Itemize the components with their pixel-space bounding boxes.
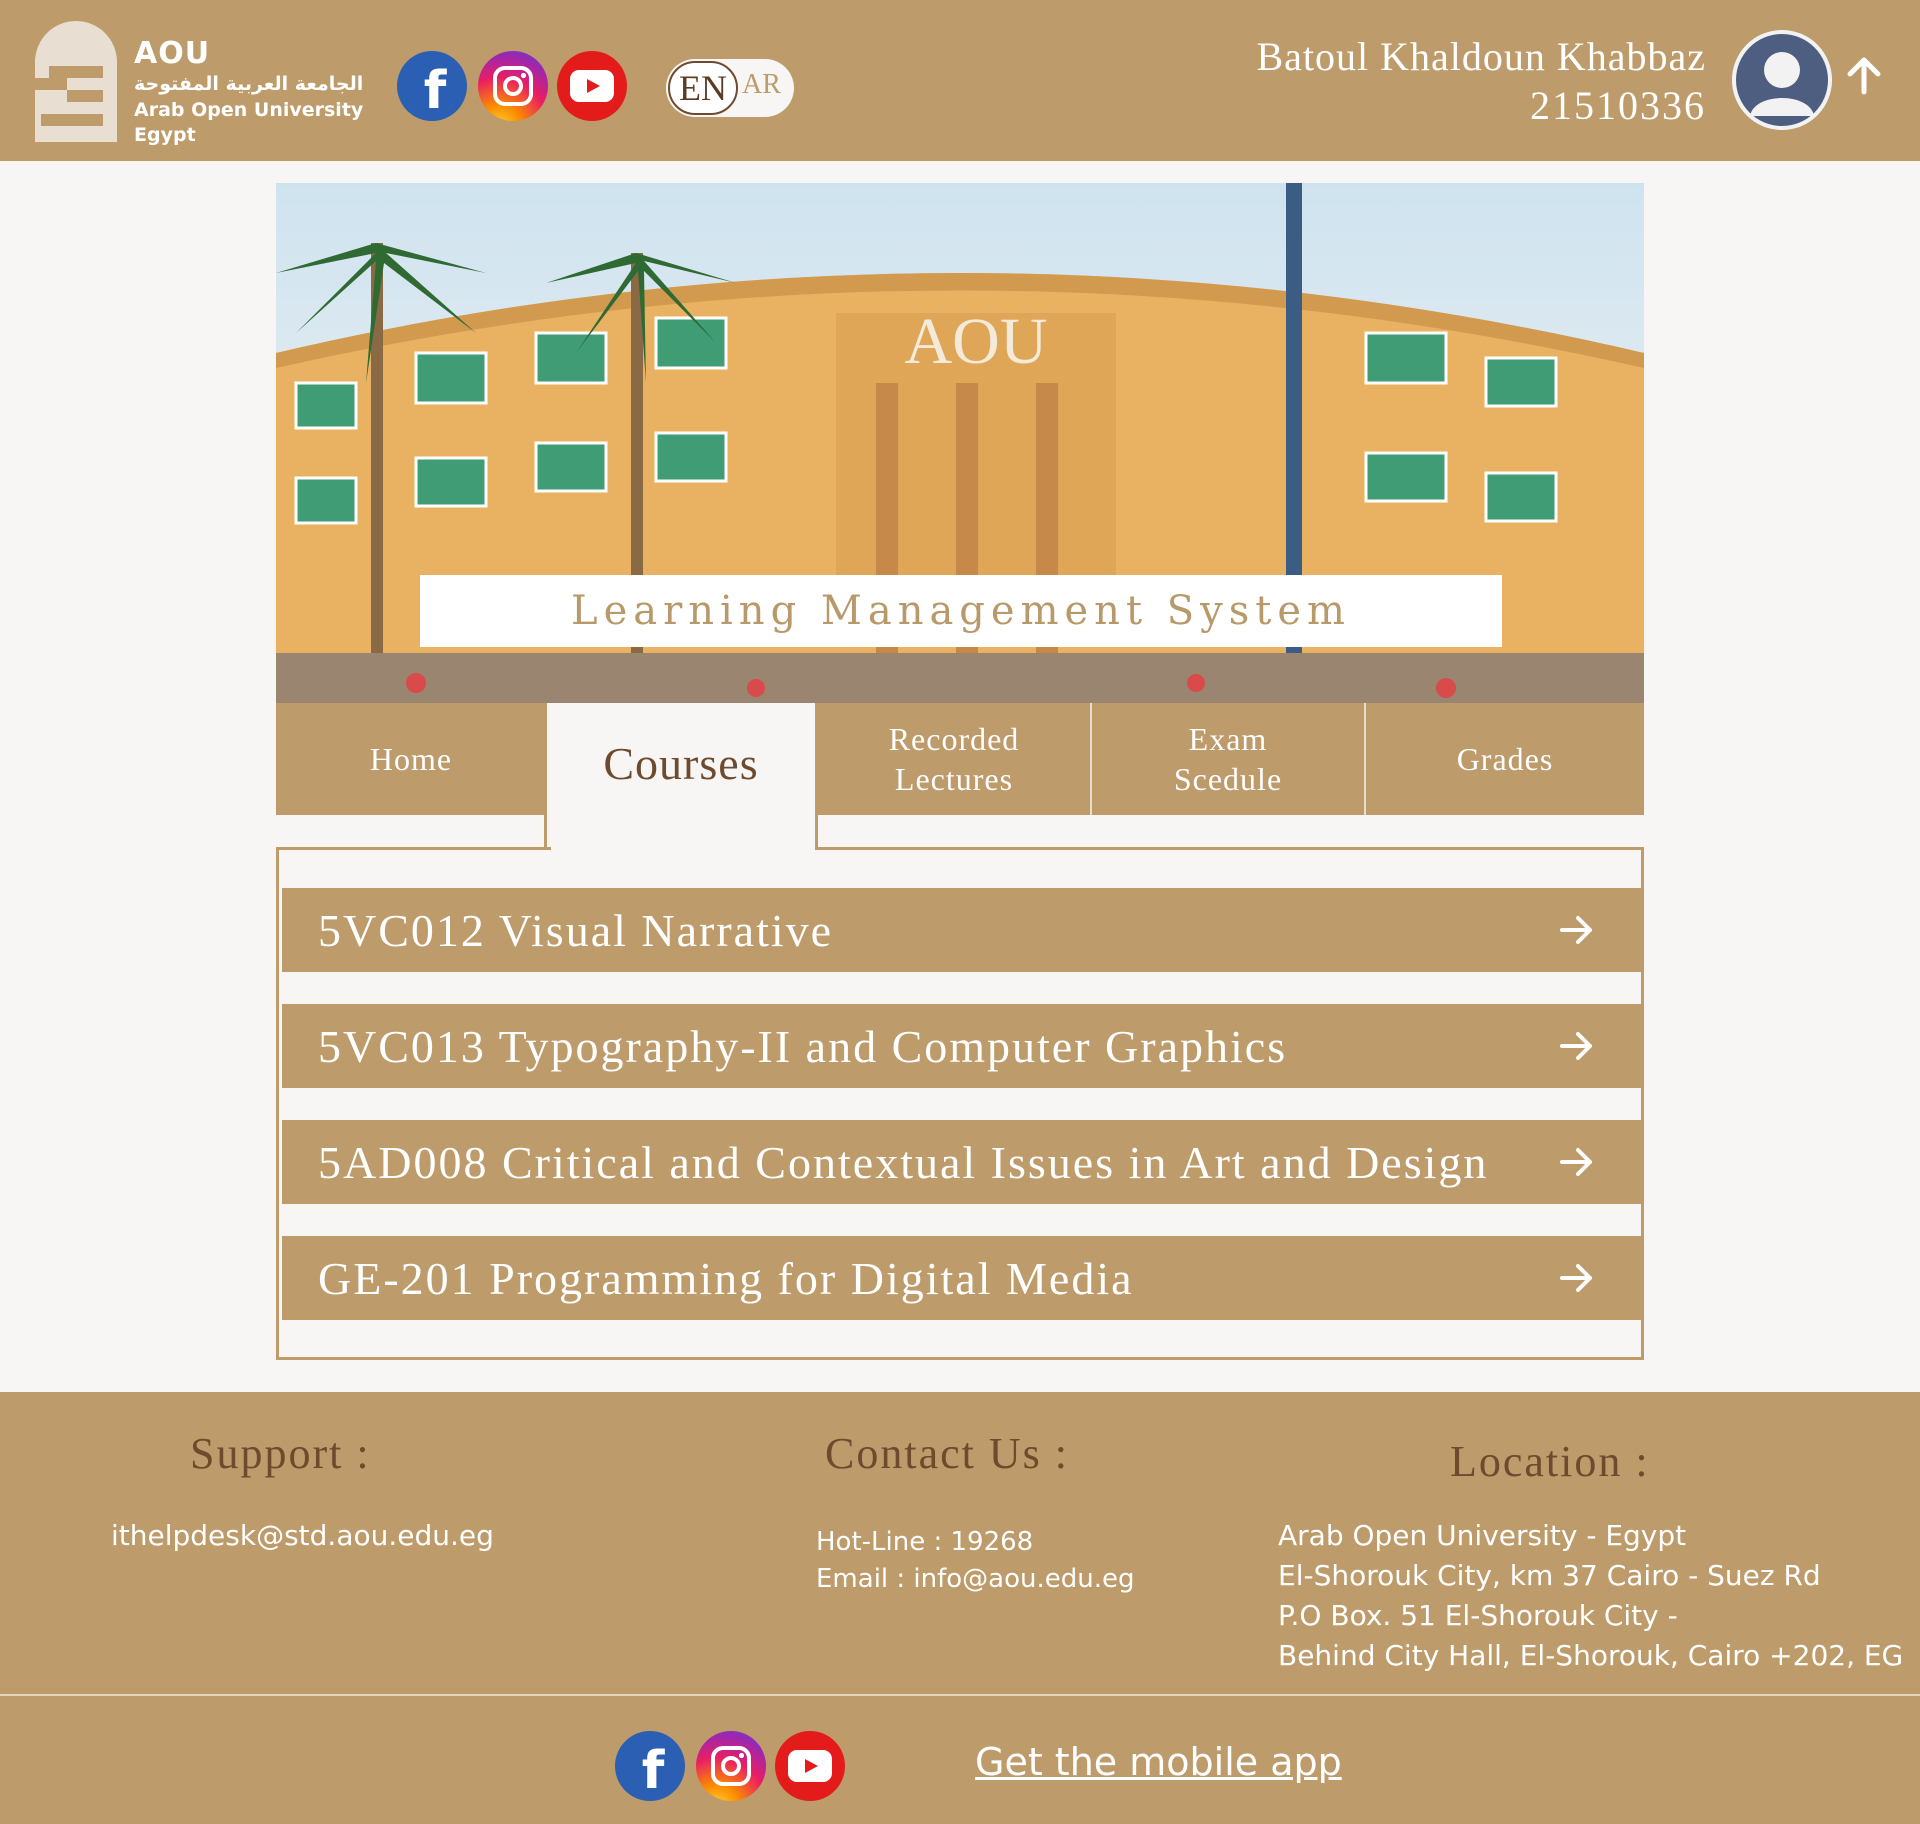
instagram-icon[interactable] (478, 51, 548, 121)
course-title: 5AD008 Critical and Contextual Issues in… (318, 1136, 1489, 1188)
youtube-icon[interactable] (775, 1731, 845, 1801)
location-line: Behind City Hall, El-Shorouk, Cairo +202… (1278, 1639, 1904, 1672)
instagram-icon[interactable] (696, 1731, 766, 1801)
panel-border (815, 847, 1644, 850)
language-toggle[interactable]: EN AR (666, 59, 794, 117)
footer: Support : ithelpdesk@std.aou.edu.eg Cont… (0, 1392, 1920, 1824)
user-avatar[interactable] (1732, 30, 1832, 130)
avatar-person-icon (1732, 30, 1832, 130)
location-line: P.O Box. 51 El-Shorouk City - (1278, 1599, 1678, 1632)
logo-mark-icon (35, 21, 117, 142)
building-sign: AOU (905, 305, 1048, 378)
contact-hotline: Hot-Line : 19268 (816, 1527, 1034, 1557)
nav-divider (1090, 703, 1092, 815)
panel-border (276, 847, 551, 850)
course-item[interactable]: 5VC013 Typography-II and Computer Graphi… (282, 1004, 1644, 1088)
course-title: 5VC013 Typography-II and Computer Graphi… (318, 1020, 1288, 1072)
tab-home[interactable]: Home (276, 703, 546, 815)
logo-name: AOU (134, 36, 211, 71)
user-id: 21510336 (1530, 83, 1706, 128)
arrow-right-icon (1560, 1032, 1592, 1060)
tab-grades[interactable]: Grades (1366, 703, 1644, 815)
facebook-icon[interactable]: f (397, 51, 467, 121)
location-line: Arab Open University - Egypt (1278, 1519, 1687, 1552)
arrow-right-icon (1560, 1264, 1592, 1292)
tab-recorded-lectures[interactable]: Recorded Lectures (818, 703, 1090, 815)
logo-english-name: Arab Open University (134, 99, 364, 121)
course-item[interactable]: GE-201 Programming for Digital Media (282, 1236, 1644, 1320)
user-name: Batoul Khaldoun Khabbaz (1256, 34, 1706, 79)
tab-exam-schedule[interactable]: Exam Scedule (1092, 703, 1364, 815)
mobile-app-link[interactable]: Get the mobile app (975, 1740, 1342, 1784)
logo-arabic-name: الجامعة العربية المفتوحة (134, 73, 364, 95)
support-email[interactable]: ithelpdesk@std.aou.edu.eg (111, 1516, 494, 1556)
campus-banner: AOU Learning Management System (276, 183, 1644, 703)
nav-divider (1364, 703, 1366, 815)
courses-panel: 5VC012 Visual Narrative 5VC013 Typograph… (276, 847, 1644, 1360)
arrow-right-icon (1560, 916, 1592, 944)
footer-divider (0, 1694, 1920, 1696)
arrow-right-icon (1560, 1148, 1592, 1176)
support-heading: Support : (190, 1429, 371, 1478)
language-en-option[interactable]: EN (668, 61, 738, 115)
course-item[interactable]: 5AD008 Critical and Contextual Issues in… (282, 1120, 1644, 1204)
course-title: 5VC012 Visual Narrative (318, 904, 834, 956)
banner-title-box: Learning Management System (420, 575, 1502, 647)
header: AOU الجامعة العربية المفتوحة Arab Open U… (0, 0, 1920, 161)
location-heading: Location : (1450, 1437, 1650, 1486)
course-item[interactable]: 5VC012 Visual Narrative (282, 888, 1644, 972)
facebook-icon[interactable]: f (615, 1731, 685, 1801)
contact-heading: Contact Us : (825, 1429, 1069, 1478)
language-ar-option[interactable]: AR (742, 69, 781, 101)
banner-title: Learning Management System (571, 588, 1351, 634)
youtube-icon[interactable] (557, 51, 627, 121)
contact-email[interactable]: Email : info@aou.edu.eg (816, 1561, 1135, 1598)
logo-country: Egypt (134, 124, 196, 146)
location-line: El-Shorouk City, km 37 Cairo - Suez Rd (1278, 1559, 1821, 1592)
course-title: GE-201 Programming for Digital Media (318, 1252, 1134, 1304)
main-nav: Home Courses Recorded Lectures Exam Sced… (276, 703, 1644, 849)
arrow-up-icon[interactable] (1844, 52, 1884, 98)
aou-logo[interactable]: AOU الجامعة العربية المفتوحة Arab Open U… (31, 14, 363, 148)
tab-courses[interactable]: Courses (544, 703, 818, 849)
